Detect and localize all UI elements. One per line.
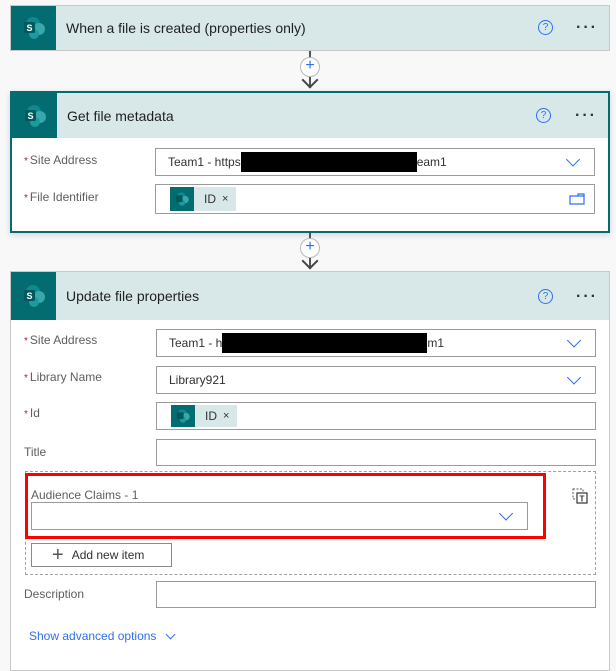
- chevron-down-icon[interactable]: [566, 370, 582, 385]
- add-new-item-button[interactable]: + Add new item: [31, 543, 172, 567]
- file-identifier-label: * File Identifier: [24, 190, 99, 204]
- svg-text:S: S: [26, 291, 32, 301]
- sharepoint-icon: S: [11, 272, 56, 320]
- svg-text:S: S: [26, 23, 32, 33]
- get-file-metadata-header[interactable]: S Get file metadata ? ···: [12, 93, 608, 138]
- switch-to-text-mode-icon[interactable]: T: [572, 488, 588, 509]
- site-address-dropdown[interactable]: Team1 - https eam1: [155, 148, 595, 176]
- site-address-label: * Site Address: [24, 333, 98, 347]
- description-input[interactable]: [156, 581, 596, 608]
- dynamic-content-token[interactable]: ID ×: [171, 405, 238, 427]
- trigger-header[interactable]: S When a file is created (properties onl…: [11, 6, 609, 50]
- remove-token-icon[interactable]: ×: [222, 193, 228, 205]
- id-input[interactable]: ID ×: [156, 402, 596, 430]
- update-file-properties-card[interactable]: S Update file properties ? ··· * Site Add…: [10, 271, 610, 671]
- help-icon[interactable]: ?: [538, 20, 553, 35]
- trigger-card[interactable]: S When a file is created (properties onl…: [10, 5, 610, 51]
- get-file-metadata-title: Get file metadata: [67, 107, 174, 124]
- chevron-down-icon[interactable]: [498, 506, 514, 521]
- svg-text:T: T: [580, 495, 585, 504]
- id-label: * Id: [24, 406, 40, 420]
- dynamic-content-token[interactable]: ID ×: [170, 187, 237, 211]
- trigger-title: When a file is created (properties only): [66, 20, 306, 36]
- sharepoint-icon: [171, 405, 195, 427]
- audience-claims-dropdown[interactable]: [31, 502, 528, 530]
- svg-text:S: S: [27, 111, 33, 121]
- more-options-icon[interactable]: ···: [576, 289, 598, 305]
- site-address-label: * Site Address: [24, 153, 98, 167]
- site-address-dropdown[interactable]: Team1 - h m1: [156, 329, 596, 357]
- title-input[interactable]: [156, 439, 596, 466]
- get-file-metadata-card[interactable]: S Get file metadata ? ··· * Site Address …: [10, 91, 610, 233]
- help-icon[interactable]: ?: [536, 108, 551, 123]
- more-options-icon[interactable]: ···: [576, 20, 598, 36]
- folder-icon[interactable]: [569, 193, 585, 208]
- remove-token-icon[interactable]: ×: [223, 410, 229, 422]
- library-name-dropdown[interactable]: Library921: [156, 366, 596, 394]
- redacted-region: [240, 152, 417, 172]
- chevron-down-icon[interactable]: [565, 152, 581, 167]
- description-label: Description: [24, 587, 85, 601]
- plus-icon: +: [52, 544, 64, 566]
- sharepoint-icon: S: [12, 93, 57, 138]
- show-advanced-options-link[interactable]: Show advanced options: [29, 629, 176, 643]
- update-file-properties-title: Update file properties: [66, 288, 200, 304]
- more-options-icon[interactable]: ···: [575, 108, 597, 124]
- redacted-region: [222, 333, 428, 353]
- help-icon[interactable]: ?: [538, 289, 553, 304]
- sharepoint-icon: S: [11, 6, 56, 50]
- sharepoint-icon: [170, 187, 194, 211]
- title-label: Title: [24, 445, 47, 459]
- file-identifier-input[interactable]: ID ×: [155, 184, 595, 214]
- chevron-down-icon: [165, 629, 176, 639]
- library-name-label: * Library Name: [24, 370, 102, 384]
- audience-claims-label: Audience Claims - 1: [31, 488, 139, 502]
- update-file-properties-header[interactable]: S Update file properties ? ···: [11, 272, 609, 320]
- chevron-down-icon[interactable]: [566, 333, 582, 348]
